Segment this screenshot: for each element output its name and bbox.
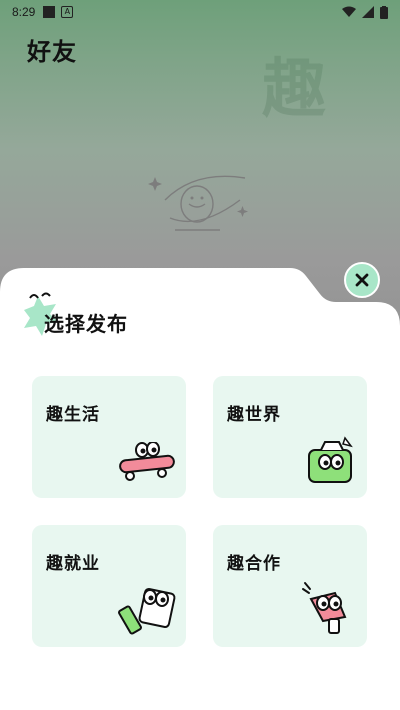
wifi-icon — [342, 6, 356, 17]
a-notification-icon: A — [61, 6, 74, 18]
battery-icon — [380, 5, 388, 19]
close-icon — [355, 273, 369, 287]
option-label: 趣生活 — [46, 405, 100, 425]
page-title: 好友 — [27, 38, 77, 66]
close-button[interactable] — [344, 262, 380, 298]
sheet-title: 选择发布 — [44, 312, 128, 336]
notification-icon — [43, 6, 56, 18]
watermark-logo: 趣 — [262, 53, 326, 127]
megaphone-icon — [302, 582, 347, 634]
status-time: 8:29 — [12, 5, 36, 19]
option-label: 趣合作 — [227, 554, 281, 574]
option-label: 趣就业 — [46, 554, 100, 574]
option-card-cooperation[interactable]: 趣合作 — [213, 525, 367, 647]
option-card-employment[interactable]: 趣就业 — [32, 525, 186, 647]
camera-icon — [308, 436, 353, 483]
status-bar: 8:29 A — [0, 0, 400, 24]
signal-icon — [362, 6, 374, 18]
option-label: 趣世界 — [227, 405, 281, 425]
empty-state-icon — [148, 175, 248, 231]
skateboard-icon — [119, 442, 175, 481]
tool-box-icon — [118, 587, 176, 635]
option-card-life[interactable]: 趣生活 — [32, 376, 186, 498]
option-card-world[interactable]: 趣世界 — [213, 376, 367, 498]
